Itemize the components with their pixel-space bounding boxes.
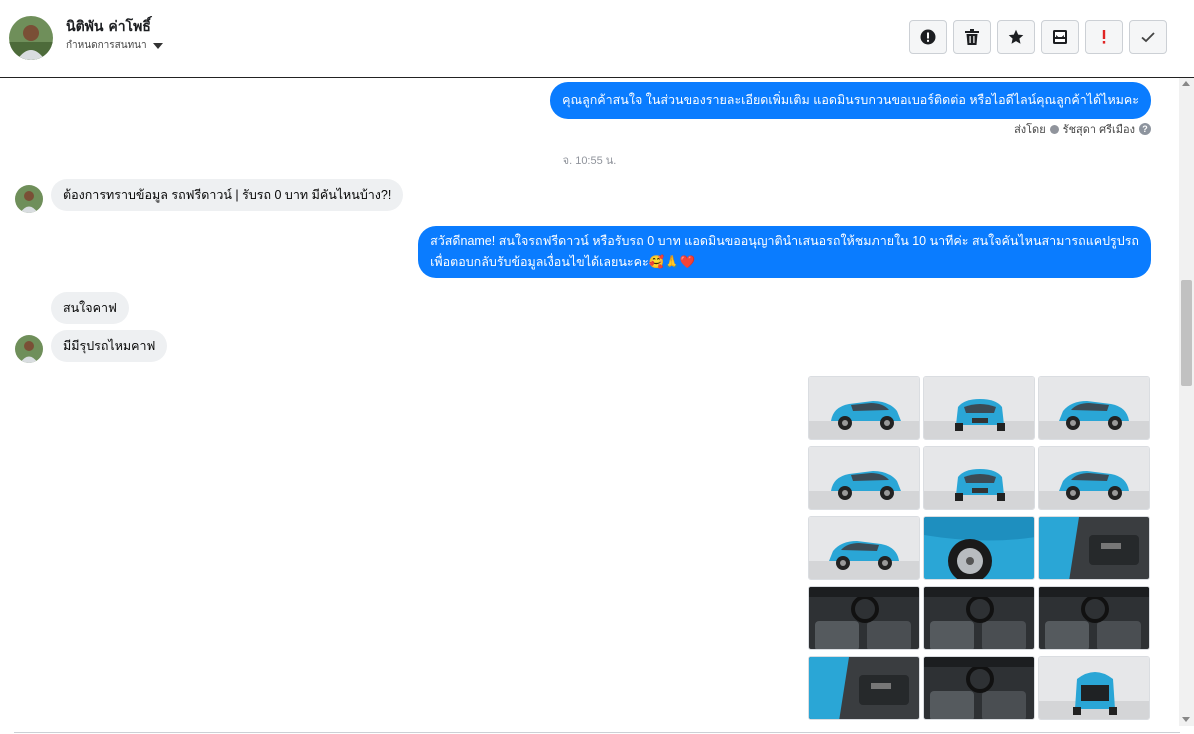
exclamation-circle-icon (920, 29, 936, 45)
trash-icon (965, 29, 979, 45)
message-timestamp: จ. 10:55 น. (562, 155, 617, 167)
car-photo-cabin[interactable] (923, 656, 1035, 720)
car-photo-front-right[interactable] (1038, 376, 1150, 440)
incoming-message: ต้องการทราบข้อมูล รถฟรีดาวน์ | รับรถ 0 บ… (51, 179, 404, 211)
mark-important-button[interactable] (1085, 20, 1123, 54)
image-gallery (808, 376, 1151, 720)
archive-button[interactable] (1041, 20, 1079, 54)
message-text: คุณลูกค้าสนใจ ในส่วนของรายละเอียดเพิ่มเต… (562, 93, 1139, 107)
sent-by-info: ส่งโดย รัชสุดา ศรีเมือง ? (1014, 120, 1151, 138)
delete-button[interactable] (953, 20, 991, 54)
car-photo-front[interactable] (923, 376, 1035, 440)
car-photo-steering-wheel[interactable] (1038, 586, 1150, 650)
incoming-message: มีมีรุปรถไหมคาฟ (51, 330, 168, 362)
sent-by-label: ส่งโดย (1014, 124, 1046, 136)
mark-done-button[interactable] (1129, 20, 1167, 54)
help-icon[interactable]: ? (1139, 123, 1151, 135)
archive-icon (1053, 30, 1067, 44)
outgoing-message: คุณลูกค้าสนใจ ในส่วนของรายละเอียดเพิ่มเต… (550, 82, 1151, 119)
contact-avatar-small (15, 185, 43, 213)
car-photo-rear-seats[interactable] (808, 656, 920, 720)
caret-down-icon (152, 42, 163, 49)
scroll-up-icon[interactable] (1182, 81, 1190, 86)
contact-avatar-small (15, 335, 43, 363)
conversation-menu[interactable]: กำหนดการสนทนา (66, 38, 163, 53)
exclamation-icon (1102, 30, 1106, 44)
message-text: ต้องการทราบข้อมูล รถฟรีดาวน์ | รับรถ 0 บ… (63, 188, 392, 202)
car-photo-side[interactable] (808, 516, 920, 580)
star-icon (1008, 29, 1024, 44)
message-text: สนใจคาฟ (63, 301, 117, 315)
star-button[interactable] (997, 20, 1035, 54)
car-photo-rear[interactable] (923, 446, 1035, 510)
car-photo-wheel[interactable] (923, 516, 1035, 580)
sent-by-name: รัชสุดา ศรีเมือง (1062, 124, 1135, 136)
scroll-thumb[interactable] (1181, 280, 1192, 386)
message-thread[interactable]: คุณลูกค้าสนใจ ในส่วนของรายละเอียดเพิ่มเต… (0, 78, 1179, 726)
scrollbar[interactable] (1179, 78, 1194, 726)
composer-divider (14, 732, 1180, 733)
message-text-line: เพื่อตอบกลับรับข้อมูลเงื่อนไขได้เลยนะคะ🥰… (430, 255, 696, 269)
contact-avatar[interactable] (9, 16, 53, 60)
message-text: มีมีรุปรถไหมคาฟ (63, 339, 156, 353)
contact-name[interactable]: นิติพัน ค่าโพธิ์ (66, 16, 151, 38)
car-photo-trunk[interactable] (1038, 656, 1150, 720)
conversation-menu-label: กำหนดการสนทนา (66, 40, 147, 51)
car-photo-front-left[interactable] (808, 376, 920, 440)
conversation-header: นิติพัน ค่าโพธิ์ กำหนดการสนทนา (0, 0, 1194, 78)
conversation-toolbar (909, 20, 1167, 54)
message-text-line: สวัสดีname! สนใจรถฟรีดาวน์ หรือรับรถ 0 บ… (430, 234, 1139, 248)
scroll-down-icon[interactable] (1182, 717, 1190, 722)
car-photo-gear-shift[interactable] (923, 586, 1035, 650)
car-photo-door-interior[interactable] (1038, 516, 1150, 580)
incoming-message: สนใจคาฟ (51, 292, 129, 324)
car-photo-rear-left[interactable] (808, 446, 920, 510)
car-photo-rear-right[interactable] (1038, 446, 1150, 510)
report-spam-button[interactable] (909, 20, 947, 54)
agent-status-icon (1049, 124, 1059, 134)
outgoing-message: สวัสดีname! สนใจรถฟรีดาวน์ หรือรับรถ 0 บ… (418, 226, 1151, 278)
car-photo-dashboard[interactable] (808, 586, 920, 650)
check-icon (1141, 32, 1155, 43)
